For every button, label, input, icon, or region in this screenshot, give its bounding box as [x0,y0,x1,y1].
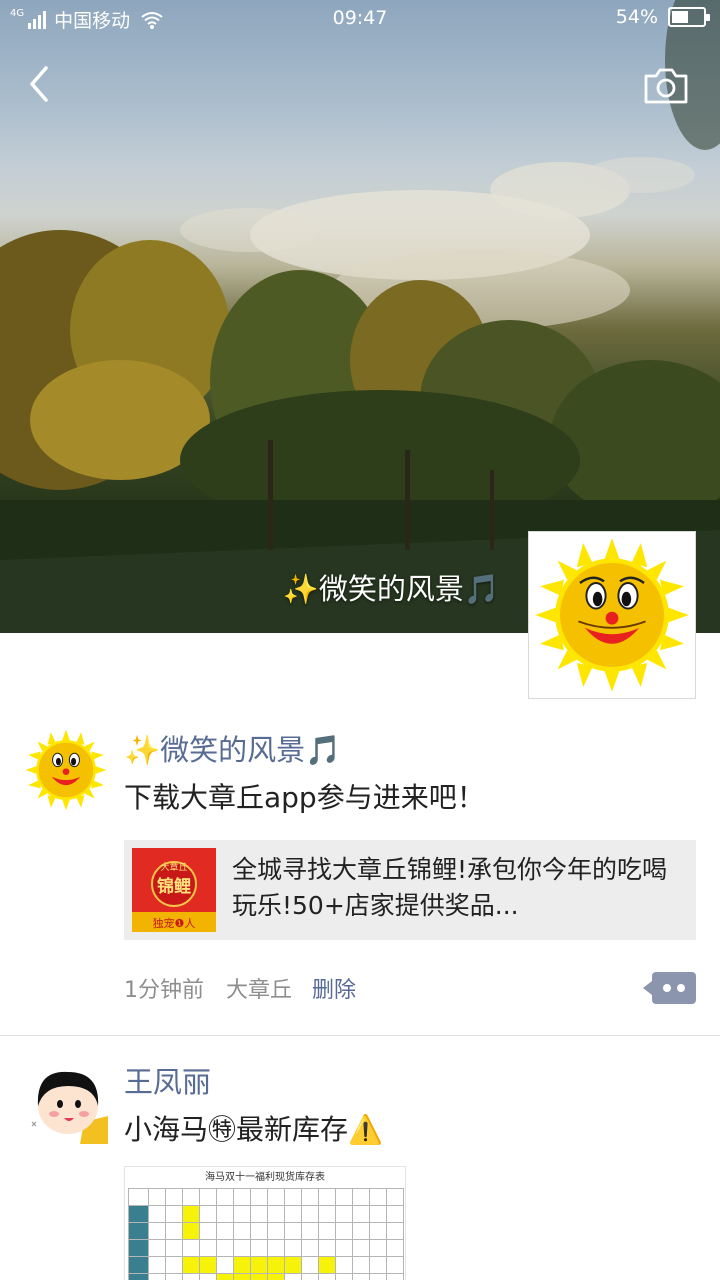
post-author-name[interactable]: 王凤丽 [124,1060,696,1104]
delete-button[interactable]: 删除 [312,972,356,1004]
post-source[interactable]: 大章丘 [226,972,292,1004]
clock: 09:47 [332,7,388,29]
battery-percent: 54% [615,6,658,28]
thumb-main-text: 锦鲤 [157,876,191,897]
shared-link-card[interactable]: 大章丘 锦鲤 独宠❶人 全城寻找大章丘锦鲤!承包你今年的吃喝玩乐!50+店家提供… [124,840,696,940]
thumb-bottom-text: 独宠❶人 [153,916,196,930]
back-arrow-icon [30,66,48,102]
back-button[interactable] [20,60,64,110]
comment-like-button[interactable] [643,972,696,1004]
battery-level [672,11,688,23]
profile-avatar[interactable] [528,531,696,699]
more-dots-icon [677,984,685,992]
cartoon-girl-avatar-icon [24,1060,108,1144]
moment-post: 王凤丽 小海马㊕最新库存⚠️ 海马双十一福利现货库存表 [0,1060,720,1280]
inventory-table [128,1188,404,1280]
post-text: 小海马㊕最新库存⚠️ [124,1113,383,1146]
battery-icon [668,7,710,27]
cover-display-name: ✨微笑的风景🎵 [282,572,500,606]
moment-post: ✨微笑的风景🎵 下载大章丘app参与进来吧！ 大章丘 锦鲤 独宠❶人 全城寻找大… [0,728,720,1036]
post-author-avatar[interactable] [24,1060,108,1144]
sun-avatar-icon [25,729,107,811]
link-thumbnail: 大章丘 锦鲤 独宠❶人 [132,848,216,932]
camera-button[interactable] [642,64,690,108]
camera-icon [644,68,688,104]
status-bar: 4G 中国移动 09:47 54% [0,0,720,36]
link-title: 全城寻找大章丘锦鲤!承包你今年的吃喝玩乐!50+店家提供奖品... [232,855,668,920]
thumb-top-text: 大章丘 [160,861,187,873]
inventory-sheet-image[interactable]: 海马双十一福利现货库存表 [124,1166,406,1280]
sun-avatar-icon [535,538,689,692]
post-author-avatar[interactable] [24,728,108,812]
more-dots-icon [663,984,671,992]
post-time: 1分钟前 [124,978,204,1003]
post-author-name[interactable]: ✨微笑的风景🎵 [124,728,696,772]
koi-promo-image: 大章丘 锦鲤 独宠❶人 [132,848,216,932]
sheet-title: 海马双十一福利现货库存表 [205,1172,325,1183]
post-meta: 1分钟前 大章丘 删除 [124,968,696,1008]
post-text: 下载大章丘app参与进来吧！ [124,781,485,814]
